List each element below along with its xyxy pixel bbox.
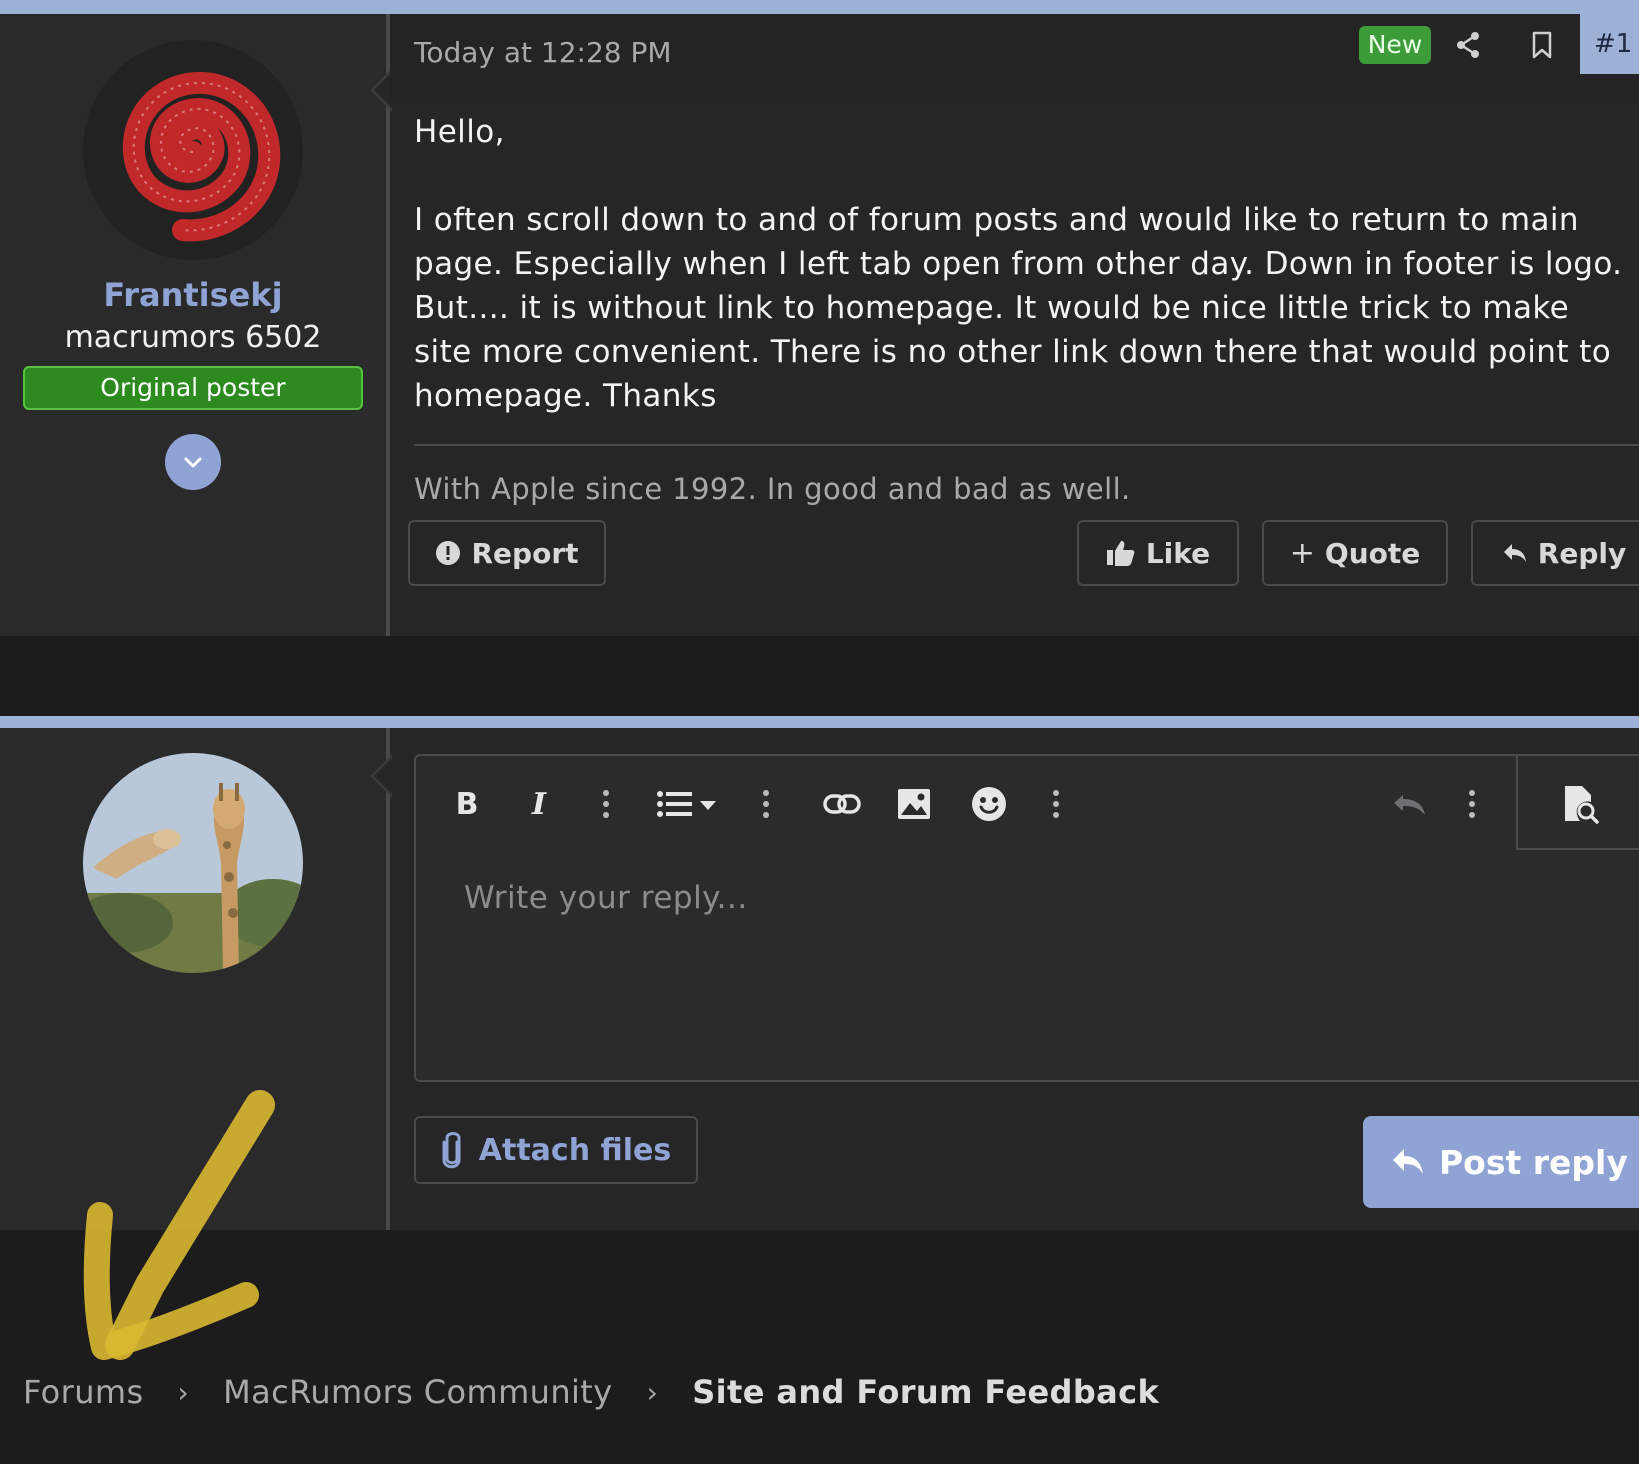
- original-poster-badge: Original poster: [23, 366, 363, 410]
- giraffe-avatar-icon: [83, 753, 303, 973]
- reply-editor[interactable]: B I Write your reply...: [414, 754, 1639, 1082]
- quick-reply: B I Write your reply... Attach files Pos…: [0, 728, 1639, 1230]
- like-label: Like: [1145, 536, 1211, 570]
- breadcrumb-forums[interactable]: Forums: [23, 1373, 144, 1411]
- post-paragraph: Hello,: [414, 114, 505, 150]
- expand-user-info-button[interactable]: [165, 434, 221, 490]
- reply-arrow-icon: [1503, 544, 1526, 562]
- plus-icon: +: [1289, 535, 1315, 571]
- current-user-avatar[interactable]: [83, 753, 303, 973]
- signature-divider: [414, 444, 1639, 446]
- list-icon[interactable]: [654, 782, 720, 826]
- post-paragraph: I often scroll down to and of forum post…: [414, 202, 1623, 414]
- reply-pointer-arrow: [370, 754, 394, 798]
- breadcrumb-community[interactable]: MacRumors Community: [223, 1373, 612, 1411]
- reply-accent-bar: [0, 716, 1639, 728]
- more-icon[interactable]: [1046, 782, 1066, 826]
- chevron-down-icon: [184, 457, 202, 468]
- reply-button[interactable]: Reply: [1471, 520, 1639, 586]
- user-avatar[interactable]: [83, 40, 303, 260]
- post-pointer-arrow: [370, 68, 394, 112]
- post-reply-label: Post reply: [1439, 1142, 1628, 1182]
- report-label: Report: [471, 536, 579, 570]
- more-icon[interactable]: [1462, 782, 1482, 826]
- editor-toolbar: B I: [416, 756, 1639, 850]
- italic-icon[interactable]: I: [522, 782, 556, 826]
- reply-input-placeholder: Write your reply...: [464, 880, 748, 916]
- attach-files-label: Attach files: [478, 1132, 672, 1168]
- quote-button[interactable]: + Quote: [1262, 520, 1448, 586]
- forum-post: Frantisekj macrumors 6502 Original poste…: [0, 14, 1639, 636]
- chevron-right-icon: ›: [177, 1375, 190, 1409]
- thumbs-up-icon: [1106, 541, 1135, 566]
- post-body: Hello, I often scroll down to and of for…: [414, 110, 1629, 462]
- like-button[interactable]: Like: [1077, 520, 1239, 586]
- share-icon[interactable]: [1451, 28, 1485, 62]
- breadcrumb-current[interactable]: Site and Forum Feedback: [692, 1373, 1159, 1411]
- spiral-avatar-icon: [83, 40, 303, 260]
- reply-arrow-icon: [1393, 1149, 1423, 1174]
- reply-label: Reply: [1537, 536, 1627, 570]
- post-user-column: Frantisekj macrumors 6502 Original poste…: [0, 14, 390, 636]
- top-accent-bar: [0, 0, 1639, 14]
- message-header: Today at 12:28 PM New #1: [390, 14, 1639, 104]
- quote-label: Quote: [1324, 536, 1421, 570]
- post-timestamp[interactable]: Today at 12:28 PM: [414, 36, 672, 69]
- bookmark-icon[interactable]: [1525, 28, 1559, 62]
- breadcrumb: Forums › MacRumors Community › Site and …: [23, 1373, 1159, 1411]
- link-icon[interactable]: [822, 782, 862, 826]
- report-button[interactable]: Report: [408, 520, 606, 586]
- smiley-icon[interactable]: [970, 782, 1008, 826]
- page-footer: [0, 1230, 1639, 1464]
- paperclip-icon: [442, 1132, 461, 1169]
- undo-icon[interactable]: [1390, 782, 1430, 826]
- more-icon[interactable]: [756, 782, 776, 826]
- preview-icon: [1565, 786, 1599, 824]
- attach-files-button[interactable]: Attach files: [414, 1116, 698, 1184]
- user-title: macrumors 6502: [64, 320, 322, 355]
- preview-toggle[interactable]: [1516, 756, 1639, 850]
- user-signature: With Apple since 1992. In good and bad a…: [414, 472, 1131, 506]
- bold-icon[interactable]: B: [450, 782, 484, 826]
- new-badge: New: [1359, 26, 1431, 64]
- post-gap: [0, 636, 1639, 716]
- post-reply-button[interactable]: Post reply: [1363, 1116, 1639, 1208]
- image-icon[interactable]: [896, 782, 932, 826]
- reply-user-column: [0, 728, 390, 1230]
- more-icon[interactable]: [596, 782, 616, 826]
- post-number-link[interactable]: #1: [1580, 14, 1639, 74]
- chevron-right-icon: ›: [646, 1375, 659, 1409]
- alert-icon: [436, 541, 461, 565]
- username-link[interactable]: Frantisekj: [0, 276, 386, 314]
